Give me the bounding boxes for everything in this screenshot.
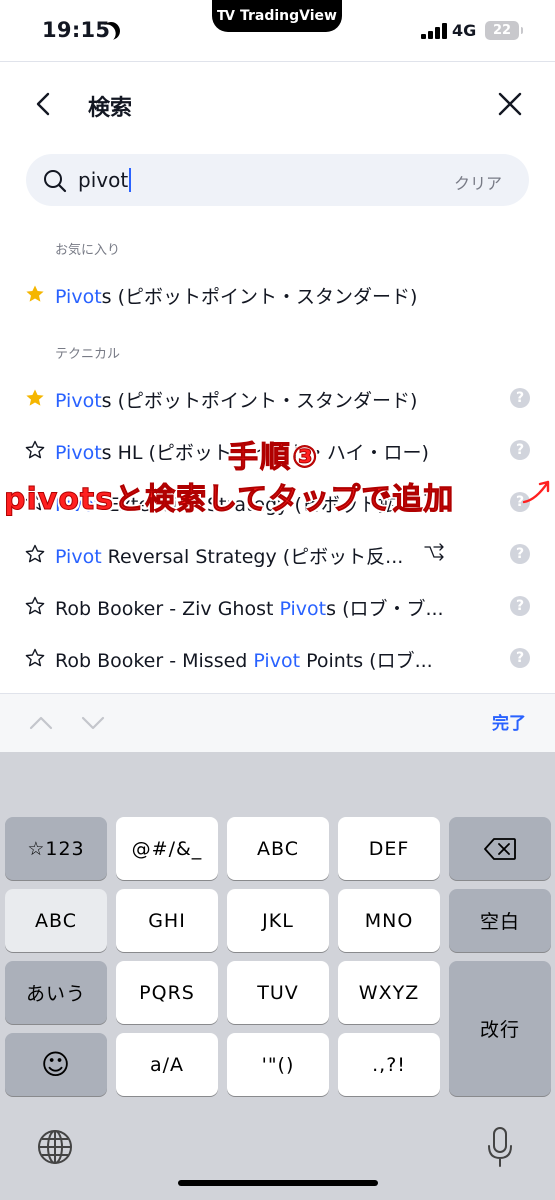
clear-button[interactable]: クリア xyxy=(454,170,502,194)
strategy-icon xyxy=(424,543,444,561)
key[interactable]: '"() xyxy=(227,1033,329,1096)
section-label-favorites: お気に入り xyxy=(55,243,121,258)
back-button[interactable] xyxy=(26,86,62,122)
indicator-name-prefix: Rob Booker - Ziv Ghost xyxy=(55,598,280,620)
search-input[interactable]: pivot xyxy=(78,168,132,192)
done-button[interactable]: 完了 xyxy=(492,709,526,734)
indicator-name: Rob Booker - Ziv Ghost Pivots (ロブ・ブ... xyxy=(55,594,444,621)
key[interactable]: WXYZ xyxy=(338,961,440,1024)
star-outline-icon[interactable] xyxy=(25,648,45,668)
star-outline-icon[interactable] xyxy=(25,596,45,616)
indicator-name-rest: Reversal Strategy (ピボット反... xyxy=(101,546,404,568)
tradingview-logo-icon: TV xyxy=(217,8,235,24)
indicator-name: Pivot Reversal Strategy (ピボット反... xyxy=(55,542,403,569)
arrow-icon xyxy=(522,480,550,504)
match-highlight: Pivot xyxy=(253,650,301,672)
list-item[interactable]: Pivots (ピボットポイント・スタンダード) xyxy=(0,270,555,322)
key[interactable]: @#/&_ xyxy=(116,817,218,880)
microphone-icon[interactable] xyxy=(486,1126,514,1168)
network-label: 4G xyxy=(452,21,477,40)
indicator-name-rest: s (ピボットポイント・スタンダード) xyxy=(101,286,418,308)
list-item[interactable]: Pivots (ピボットポイント・スタンダード) ? xyxy=(0,374,555,426)
page-title: 検索 xyxy=(88,96,133,121)
key-abc[interactable]: ABC xyxy=(5,889,107,952)
star-filled-icon[interactable] xyxy=(25,284,45,304)
search-icon xyxy=(44,170,67,193)
backspace-key[interactable] xyxy=(449,817,551,880)
key[interactable]: ABC xyxy=(227,817,329,880)
chevron-up-icon[interactable] xyxy=(28,710,54,736)
space-key[interactable]: 空白 xyxy=(449,889,551,952)
star-filled-icon[interactable] xyxy=(25,388,45,408)
help-icon[interactable]: ? xyxy=(510,544,530,564)
section-label-technical: テクニカル xyxy=(55,347,121,362)
close-button[interactable] xyxy=(492,86,528,122)
match-highlight: Pivot xyxy=(55,390,102,412)
help-icon[interactable]: ? xyxy=(510,648,530,668)
list-item[interactable]: Rob Booker - Missed Pivot Points (ロブ... … xyxy=(0,634,555,686)
indicator-name: Pivots (ピボットポイント・スタンダード) xyxy=(55,282,417,309)
key[interactable]: .,?! xyxy=(338,1033,440,1096)
annotation-instruction: pivotsと検索してタップで追加 xyxy=(3,482,455,518)
battery-level: 22 xyxy=(492,23,512,38)
help-icon[interactable]: ? xyxy=(510,596,530,616)
help-icon[interactable]: ? xyxy=(510,388,530,408)
search-input-value: pivot xyxy=(78,168,129,192)
indicator-name: Pivots (ピボットポイント・スタンダード) xyxy=(55,386,417,413)
search-bar[interactable]: pivot クリア xyxy=(26,154,529,206)
key[interactable]: MNO xyxy=(338,889,440,952)
key[interactable]: TUV xyxy=(227,961,329,1024)
header-divider xyxy=(0,61,555,62)
match-highlight: Pivot xyxy=(279,598,327,620)
match-highlight: Pivot xyxy=(55,286,102,308)
key-symbols[interactable]: ☆123 xyxy=(5,817,107,880)
indicator-name-rest: s (ロブ・ブ... xyxy=(326,598,444,620)
globe-icon[interactable] xyxy=(36,1128,74,1166)
status-bar: 19:15 TV TradingView 4G 22 xyxy=(0,0,555,62)
chevron-down-icon[interactable] xyxy=(80,710,106,736)
chevron-left-icon xyxy=(36,92,50,116)
dynamic-island: TV TradingView xyxy=(212,0,342,32)
indicator-name: Rob Booker - Missed Pivot Points (ロブ... xyxy=(55,646,433,673)
star-outline-icon[interactable] xyxy=(25,544,45,564)
signal-icon xyxy=(421,22,447,39)
help-icon[interactable]: ? xyxy=(510,440,530,460)
key[interactable]: GHI xyxy=(116,889,218,952)
key[interactable]: JKL xyxy=(227,889,329,952)
return-key[interactable]: 改行 xyxy=(449,961,551,1096)
backspace-icon xyxy=(484,837,516,860)
key-kana[interactable]: あいう xyxy=(5,961,107,1024)
home-indicator xyxy=(178,1180,378,1186)
star-outline-icon[interactable] xyxy=(25,440,45,460)
list-item[interactable]: Rob Booker - Ziv Ghost Pivots (ロブ・ブ... ? xyxy=(0,582,555,634)
key[interactable]: a/A xyxy=(116,1033,218,1096)
key[interactable]: DEF xyxy=(338,817,440,880)
status-time: 19:15 xyxy=(42,18,111,42)
list-item[interactable]: Pivot Reversal Strategy (ピボット反... ? xyxy=(0,530,555,582)
key[interactable]: PQRS xyxy=(116,961,218,1024)
indicator-name-prefix: Rob Booker - Missed xyxy=(55,650,254,672)
keyboard-accessory-bar: 完了 xyxy=(0,694,555,752)
indicator-name-rest: s (ピボットポイント・スタンダード) xyxy=(101,390,418,412)
text-cursor xyxy=(129,168,132,192)
app-pill-label: TradingView xyxy=(239,8,337,24)
match-highlight: Pivot xyxy=(55,442,102,464)
emoji-key[interactable]: ☺ xyxy=(5,1033,107,1096)
close-icon xyxy=(498,92,522,116)
annotation-step: 手順③ xyxy=(227,440,320,476)
battery-icon: 22 xyxy=(485,21,523,40)
indicator-name-rest: Points (ロブ... xyxy=(300,650,433,672)
match-highlight: Pivot xyxy=(55,546,102,568)
